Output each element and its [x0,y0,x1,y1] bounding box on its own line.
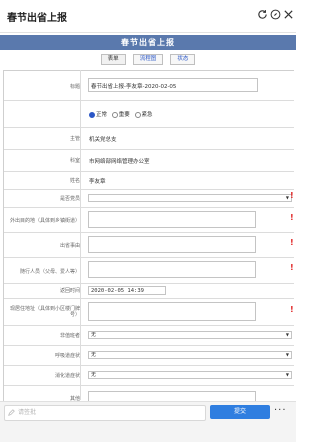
chevron-down-icon: ▼ [285,195,289,200]
title-label: 标题 [69,84,80,90]
app-title: 春节出省上报 [7,13,67,24]
tab-flowchart[interactable]: 流程图 [132,54,164,65]
edit-icon [8,409,15,416]
address-row: 现居住地址（具体到小区楼门牌号） ! [4,298,294,326]
touch-select[interactable]: 无 ▼ [88,371,292,379]
title-value: 春节出省上报-李友章-2020-02-05 [91,84,177,90]
chevron-down-icon: ▼ [285,332,289,337]
destination-row: 外出目的地（具体到乡镇街道） ! [4,207,294,233]
submit-button[interactable]: 提交 [210,405,270,419]
name-value: 李友章 [89,179,106,185]
reason-label: 出省事由 [59,243,80,249]
office-value: 市网络部网络管理办公室 [89,159,150,165]
start-time-row: 返回时间 2020-02-05 14:39 [4,283,294,299]
form-table: 标题 春节出省上报-李友章-2020-02-05 正常 重要 紧急 主管 机关党… [3,70,294,401]
title-row: 标题 春节出省上报-李友章-2020-02-05 [4,71,294,101]
office-label: 科室 [69,158,80,164]
address-input[interactable] [88,302,256,321]
other-input[interactable] [88,391,256,401]
companion-row: 随行人员（父母、爱人等） ! [4,257,294,284]
name-row: 姓名 李友章 [4,171,294,190]
start-time-label: 返回时间 [59,288,80,294]
touch-row: 消化道症状 无 ▼ [4,365,294,386]
more-options-button[interactable]: ··· [274,405,287,417]
required-icon: ! [290,213,294,222]
party-row: 是否党员 ▼ ! [4,189,294,208]
comment-placeholder: 请签批 [18,409,37,416]
address-label: 现居住地址（具体到小区楼门牌号） [9,306,80,318]
required-icon: ! [290,191,294,200]
priority-row: 正常 重要 紧急 [4,100,294,128]
destination-input[interactable] [88,211,256,228]
dept-row: 主管 机关党总支 [4,127,294,150]
tab-status[interactable]: 状态 [170,54,196,65]
touch-value: 无 [91,372,97,378]
start-time-value: 2020-02-05 14:39 [91,288,144,294]
reason-row: 出省事由 ! [4,232,294,258]
heat-value: 无 [91,352,97,358]
tab-bar: 表单 流程图 状态 [0,52,296,66]
compass-icon[interactable] [270,9,281,20]
title-input[interactable]: 春节出省上报-李友章-2020-02-05 [88,78,258,92]
heat-select[interactable]: 无 ▼ [88,351,292,359]
party-label: 是否党员 [59,196,80,202]
chevron-down-icon: ▼ [285,352,289,357]
priority-radio-normal[interactable] [89,111,95,118]
reason-input[interactable] [88,236,256,253]
destination-label: 外出目的地（具体到乡镇街道） [9,218,80,224]
comment-input[interactable]: 请签批 [4,405,206,421]
form-divider [80,70,81,400]
companion-input[interactable] [88,261,256,278]
companion-label: 随行人员（父母、爱人等） [19,269,80,275]
other-row: 其他 [4,385,294,401]
start-time-input[interactable]: 2020-02-05 14:39 [88,286,166,295]
touch-label: 消化道症状 [54,373,80,379]
heat-row: 呼吸道症状 无 ▼ [4,345,294,366]
contact-select[interactable]: 无 ▼ [88,331,292,339]
top-bar: 春节出省上报 [0,0,296,33]
required-icon: ! [290,263,294,272]
bottom-bar: 请签批 提交 ··· [0,401,296,442]
office-row: 科室 市网络部网络管理办公室 [4,149,294,172]
party-select[interactable]: ▼ [88,194,292,202]
contact-label: 非值班者 [59,333,80,339]
form-banner-title: 春节出省上报 [0,35,296,50]
refresh-icon[interactable] [257,9,268,20]
required-icon: ! [290,305,294,314]
contact-value: 无 [91,332,97,338]
heat-label: 呼吸道症状 [54,353,80,359]
name-label: 姓名 [69,178,80,184]
contact-row: 非值班者 无 ▼ [4,325,294,346]
dept-value: 机关党总支 [89,137,117,143]
required-icon: ! [290,238,294,247]
dept-label: 主管 [69,136,80,142]
priority-radio-important[interactable] [111,111,118,118]
tab-form[interactable]: 表单 [100,54,126,65]
chevron-down-icon: ▼ [285,372,289,377]
priority-radio-urgent[interactable] [134,111,141,118]
priority-radios: 正常 重要 紧急 [89,110,153,118]
close-icon[interactable] [283,9,294,20]
